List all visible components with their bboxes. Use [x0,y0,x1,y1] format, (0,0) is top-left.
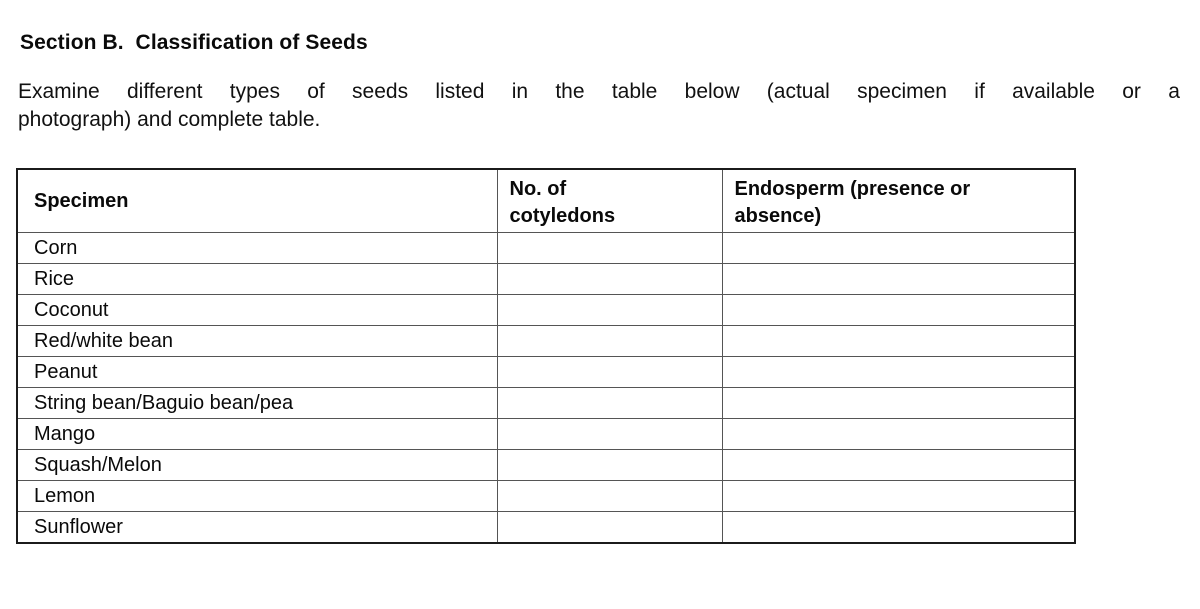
intro-word: Examine [18,80,100,103]
column-header-specimen: Specimen [16,168,498,233]
table-row: Mango [16,418,1076,450]
table-row: Peanut [16,356,1076,388]
intro-word: the [555,80,585,103]
table-row: String bean/Baguio bean/pea [16,387,1076,419]
table-header: Specimen No. of cotyledons Endosperm (pr… [16,168,1076,233]
table-row: Sunflower [16,511,1076,544]
specimen-name-cell: Lemon [16,480,498,512]
intro-word: listed [435,80,485,103]
intro-word: seeds [352,80,409,103]
cotyledons-answer-cell[interactable] [496,325,723,357]
intro-paragraph-line-2: photograph) and complete table. [18,108,321,131]
endosperm-answer-cell[interactable] [721,387,1076,419]
specimen-name-cell: String bean/Baguio bean/pea [16,387,498,419]
table-row: Red/white bean [16,325,1076,357]
cotyledons-answer-cell[interactable] [496,356,723,388]
column-header-endosperm: Endosperm (presence or absence) [721,168,1076,233]
intro-paragraph: Examine different types of seeds listed in the t… [18,78,1180,134]
column-header-cotyledons: No. of cotyledons [496,168,723,233]
endosperm-answer-cell[interactable] [721,232,1076,264]
endosperm-answer-cell[interactable] [721,449,1076,481]
endosperm-answer-cell[interactable] [721,480,1076,512]
intro-word: of [307,80,325,103]
cotyledons-answer-cell[interactable] [496,511,723,544]
specimen-name-cell: Corn [16,232,498,264]
intro-word: (actual [766,80,830,103]
cotyledons-answer-cell[interactable] [496,418,723,450]
specimen-name-cell: Peanut [16,356,498,388]
table-row: Lemon [16,480,1076,512]
table-row: Corn [16,232,1076,264]
cotyledons-answer-cell[interactable] [496,294,723,326]
intro-word: available [1012,80,1095,103]
cotyledons-answer-cell[interactable] [496,263,723,295]
column-header-endosperm-label: Endosperm (presence or absence) [734,178,971,227]
cotyledons-answer-cell[interactable] [496,449,723,481]
specimen-name-cell: Squash/Melon [16,449,498,481]
intro-word: below [684,80,740,103]
specimen-name-cell: Coconut [16,294,498,326]
cotyledons-answer-cell[interactable] [496,387,723,419]
table-row: Rice [16,263,1076,295]
table-row: Squash/Melon [16,449,1076,481]
intro-word: in [511,80,529,103]
intro-word: specimen [857,80,947,103]
endosperm-answer-cell[interactable] [721,418,1076,450]
worksheet-page: Section B. Classification of Seeds Exami… [0,0,1200,609]
endosperm-answer-cell[interactable] [721,511,1076,544]
page-title: Section B. Classification of Seeds [20,31,368,55]
intro-word: different [126,80,203,103]
table-header-row: Specimen No. of cotyledons Endosperm (pr… [16,168,1076,233]
seed-classification-table: Specimen No. of cotyledons Endosperm (pr… [16,168,1076,544]
endosperm-answer-cell[interactable] [721,356,1076,388]
intro-paragraph-line-1: Examine different types of seeds listed in the t… [18,78,1180,106]
intro-word: table [611,80,658,103]
cotyledons-answer-cell[interactable] [496,232,723,264]
intro-word: if [974,80,985,103]
table-row: Coconut [16,294,1076,326]
specimen-name-cell: Rice [16,263,498,295]
cotyledons-answer-cell[interactable] [496,480,723,512]
specimen-name-cell: Sunflower [16,511,498,544]
intro-word: or [1122,80,1141,103]
table-body: Corn Rice Coconut Red/white bean Peanut Strin… [16,232,1076,544]
intro-word: types [229,80,280,103]
specimen-name-cell: Red/white bean [16,325,498,357]
column-header-cotyledons-label: No. of cotyledons [509,178,616,227]
intro-word: a [1168,80,1180,103]
column-header-specimen-label: Specimen [34,189,129,212]
endosperm-answer-cell[interactable] [721,325,1076,357]
specimen-name-cell: Mango [16,418,498,450]
endosperm-answer-cell[interactable] [721,263,1076,295]
endosperm-answer-cell[interactable] [721,294,1076,326]
